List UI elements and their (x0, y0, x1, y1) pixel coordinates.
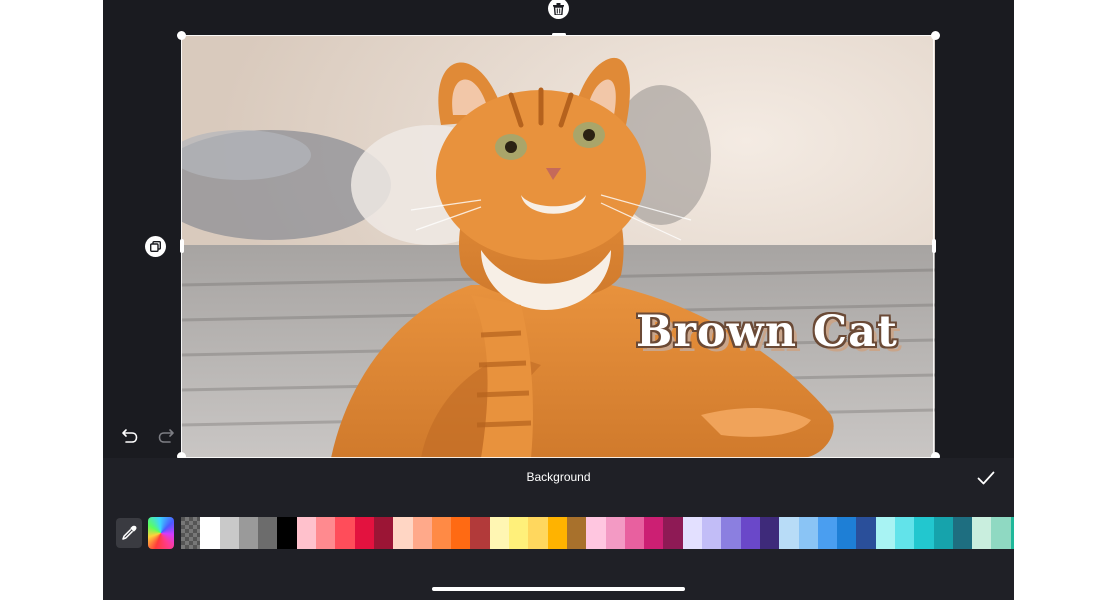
color-swatch[interactable] (644, 517, 664, 549)
eyedropper-icon (122, 525, 137, 540)
color-swatch[interactable] (393, 517, 413, 549)
color-swatch[interactable] (663, 517, 683, 549)
panel-title: Background (526, 470, 591, 484)
redo-button[interactable] (155, 424, 177, 446)
color-swatch[interactable] (914, 517, 934, 549)
duplicate-button[interactable] (145, 236, 166, 257)
color-swatch[interactable] (566, 517, 587, 549)
color-swatch[interactable] (470, 517, 490, 549)
color-swatch[interactable] (200, 517, 220, 549)
resize-handle-top[interactable] (552, 33, 566, 36)
color-swatch[interactable] (991, 517, 1011, 549)
text-layer[interactable]: Brown Cat (636, 307, 898, 357)
checkmark-icon (977, 471, 995, 485)
color-swatch[interactable] (837, 517, 857, 549)
delete-button[interactable] (548, 0, 569, 19)
color-swatch[interactable] (875, 517, 895, 549)
custom-color-picker[interactable] (148, 517, 174, 549)
resize-handle-left[interactable] (180, 239, 184, 253)
cat-photo[interactable] (181, 35, 935, 458)
color-swatch[interactable] (721, 517, 741, 549)
color-swatch[interactable] (238, 517, 259, 549)
home-indicator (432, 587, 685, 591)
color-swatch[interactable] (586, 517, 606, 549)
color-swatch[interactable] (509, 517, 529, 549)
undo-button[interactable] (119, 424, 141, 446)
editor-app: Brown Cat Background (103, 0, 1014, 600)
color-swatch[interactable] (528, 517, 548, 549)
color-swatch[interactable] (682, 517, 703, 549)
duplicate-icon (150, 241, 161, 252)
resize-handle-right[interactable] (932, 239, 936, 253)
color-swatch[interactable] (702, 517, 722, 549)
color-swatch[interactable] (605, 517, 625, 549)
cat-illustration (181, 35, 935, 458)
color-swatch[interactable] (489, 517, 510, 549)
color-swatch[interactable] (316, 517, 336, 549)
redo-icon (158, 429, 174, 443)
color-swatch[interactable] (277, 517, 297, 549)
color-swatch-transparent[interactable] (181, 517, 201, 549)
color-swatch[interactable] (740, 517, 760, 549)
color-swatch[interactable] (431, 517, 452, 549)
resize-handle-top-right[interactable] (931, 31, 940, 40)
color-swatch[interactable] (972, 517, 992, 549)
color-swatch[interactable] (412, 517, 432, 549)
color-swatch[interactable] (1010, 517, 1014, 549)
color-swatch[interactable] (779, 517, 799, 549)
color-swatch[interactable] (856, 517, 876, 549)
color-swatch[interactable] (451, 517, 471, 549)
eyedropper-button[interactable] (116, 518, 142, 548)
color-swatch[interactable] (547, 517, 567, 549)
color-swatch[interactable] (798, 517, 818, 549)
color-swatch[interactable] (817, 517, 838, 549)
canvas-area: Brown Cat (103, 0, 1014, 461)
color-swatch[interactable] (759, 517, 780, 549)
background-panel: Background (103, 458, 1014, 600)
color-swatch[interactable] (624, 517, 645, 549)
color-swatch[interactable] (219, 517, 239, 549)
color-swatch[interactable] (952, 517, 973, 549)
color-swatch[interactable] (933, 517, 953, 549)
undo-icon (122, 429, 138, 443)
resize-handle-top-left[interactable] (177, 31, 186, 40)
trash-icon (553, 2, 564, 15)
color-swatch[interactable] (354, 517, 374, 549)
color-swatch[interactable] (335, 517, 355, 549)
color-swatch[interactable] (894, 517, 915, 549)
color-swatch[interactable] (258, 517, 278, 549)
color-swatch-row (181, 517, 1014, 549)
color-swatch[interactable] (373, 517, 394, 549)
confirm-button[interactable] (975, 467, 997, 489)
color-swatch[interactable] (296, 517, 317, 549)
